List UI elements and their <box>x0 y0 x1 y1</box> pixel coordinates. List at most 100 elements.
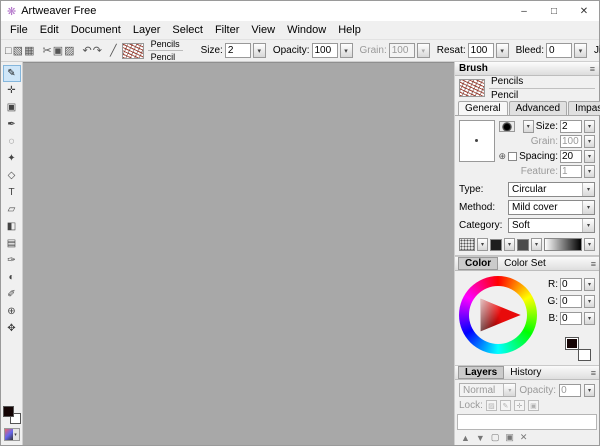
paper-texture-swatch[interactable] <box>459 238 475 251</box>
foreground-color-swatch[interactable] <box>565 337 579 350</box>
brush-size-input[interactable] <box>560 120 582 133</box>
menu-document[interactable]: Document <box>65 22 127 38</box>
red-channel-dropdown-button[interactable]: ▾ <box>584 278 595 291</box>
panel-menu-icon[interactable]: ≡ <box>591 259 596 269</box>
tab-general[interactable]: General <box>458 101 508 115</box>
brush-tip-dropdown-button[interactable]: ▾ <box>523 120 534 133</box>
menu-window[interactable]: Window <box>281 22 332 38</box>
canvas-workspace[interactable] <box>23 62 454 445</box>
menu-file[interactable]: File <box>4 22 34 38</box>
hand-tool[interactable]: ✥ <box>3 320 21 337</box>
maximize-button[interactable]: □ <box>539 1 569 21</box>
bleed-input[interactable] <box>546 43 572 58</box>
background-color-swatch[interactable] <box>578 349 591 361</box>
new-document-button[interactable]: □ <box>5 42 12 60</box>
brush-preset-selector[interactable]: Pencils Pencil <box>122 39 183 63</box>
panel-menu-icon[interactable]: ≡ <box>590 64 595 74</box>
dodge-tool[interactable]: ◐ <box>3 269 21 286</box>
menu-filter[interactable]: Filter <box>209 22 245 38</box>
gradient-swatch[interactable] <box>544 238 582 251</box>
cut-button[interactable]: ✂ <box>42 42 51 60</box>
brush-spacing-input[interactable] <box>560 150 582 163</box>
minimize-button[interactable]: – <box>509 1 539 21</box>
brush-spacing-dropdown-button[interactable]: ▾ <box>584 150 595 163</box>
pen-tool[interactable]: ✒ <box>3 116 21 133</box>
move-tool[interactable]: ✛ <box>3 82 21 99</box>
foreground-color-swatch[interactable] <box>3 406 14 417</box>
blue-channel-dropdown-button[interactable]: ▾ <box>584 312 595 325</box>
magic-wand-tool[interactable]: ✦ <box>3 150 21 167</box>
brush-category-select[interactable]: Soft ▾ <box>508 218 595 233</box>
open-button[interactable]: ▧ <box>13 42 23 60</box>
gradient-dropdown-button[interactable]: ▾ <box>584 238 595 251</box>
paint-brush-tool[interactable]: ✎ <box>3 65 21 82</box>
panel-menu-icon[interactable]: ≡ <box>591 368 596 378</box>
brush-type-select[interactable]: Circular ▾ <box>508 182 595 197</box>
panel-color-swatches[interactable] <box>565 337 591 361</box>
secondary-pattern-swatch[interactable] <box>517 239 529 251</box>
blue-channel-input[interactable] <box>560 312 582 325</box>
menu-layer[interactable]: Layer <box>127 22 167 38</box>
eraser-tool[interactable]: ▱ <box>3 201 21 218</box>
undo-button[interactable]: ↶ <box>83 42 92 60</box>
tab-color[interactable]: Color <box>458 257 498 270</box>
close-button[interactable]: ✕ <box>569 1 599 21</box>
layers-list[interactable] <box>457 414 597 430</box>
pattern-swatch[interactable] <box>490 239 502 251</box>
tab-color-set[interactable]: Color Set <box>498 257 552 270</box>
green-channel-input[interactable] <box>560 295 582 308</box>
smudge-tool[interactable]: ✑ <box>3 252 21 269</box>
move-layer-up-button[interactable]: ▲ <box>461 433 470 443</box>
gradient-tool[interactable]: ▤ <box>3 235 21 252</box>
color-mode-selector[interactable]: ▾ <box>4 428 20 441</box>
size-input[interactable] <box>225 43 251 58</box>
add-layer-button[interactable]: ▢ <box>491 432 500 443</box>
menu-edit[interactable]: Edit <box>34 22 65 38</box>
eyedropper-tool[interactable]: ✐ <box>3 286 21 303</box>
paper-texture-dropdown-button[interactable]: ▾ <box>477 238 488 251</box>
opacity-input[interactable] <box>312 43 338 58</box>
red-channel-input[interactable] <box>560 278 582 291</box>
menubar: File Edit Document Layer Select Filter V… <box>1 21 599 39</box>
brush-tip-swatch[interactable] <box>499 121 515 132</box>
bleed-label: Bleed: <box>516 45 544 56</box>
resat-dropdown-button[interactable]: ▾ <box>496 43 509 58</box>
menu-select[interactable]: Select <box>166 22 209 38</box>
menu-view[interactable]: View <box>245 22 281 38</box>
shape-tool[interactable]: ◇ <box>3 167 21 184</box>
pattern-dropdown-button[interactable]: ▾ <box>504 238 515 251</box>
opacity-field: Opacity: ▾ <box>273 43 353 58</box>
crop-tool[interactable]: ▣ <box>3 99 21 116</box>
brush-size-dropdown-button[interactable]: ▾ <box>584 120 595 133</box>
zoom-tool[interactable]: ⊕ <box>3 303 21 320</box>
tab-impasto[interactable]: Impasto <box>568 101 600 115</box>
current-tool-button[interactable]: ╱ <box>110 42 117 60</box>
spacing-checkbox[interactable] <box>508 152 517 161</box>
paste-button[interactable]: ▨ <box>64 42 74 60</box>
brush-method-select[interactable]: Mild cover ▾ <box>508 200 595 215</box>
redo-button[interactable]: ↷ <box>93 42 102 60</box>
secondary-pattern-dropdown-button[interactable]: ▾ <box>531 238 542 251</box>
bleed-dropdown-button[interactable]: ▾ <box>574 43 587 58</box>
resat-input[interactable] <box>468 43 494 58</box>
text-tool[interactable]: T <box>3 184 21 201</box>
fill-tool[interactable]: ◧ <box>3 218 21 235</box>
tab-layers[interactable]: Layers <box>458 366 504 379</box>
tab-history[interactable]: History <box>504 366 547 379</box>
chevron-down-icon: ▾ <box>588 387 591 394</box>
opacity-dropdown-button[interactable]: ▾ <box>340 43 353 58</box>
menu-help[interactable]: Help <box>332 22 367 38</box>
size-dropdown-button[interactable]: ▾ <box>253 43 266 58</box>
foreground-background-swatches[interactable] <box>3 406 21 424</box>
duplicate-layer-button[interactable]: ▣ <box>505 432 514 443</box>
color-wheel[interactable] <box>459 276 537 354</box>
move-layer-down-button[interactable]: ▼ <box>476 433 485 443</box>
delete-layer-button[interactable]: ✕ <box>520 432 528 443</box>
copy-button[interactable]: ▣ <box>53 42 63 60</box>
lasso-tool[interactable]: ◌ <box>3 133 21 150</box>
green-channel-dropdown-button[interactable]: ▾ <box>584 295 595 308</box>
save-button[interactable]: ▦ <box>24 42 34 60</box>
brush-preset-row[interactable]: Pencils Pencil <box>455 76 599 100</box>
tab-advanced[interactable]: Advanced <box>509 101 567 115</box>
chevron-down-icon: ▾ <box>588 315 591 322</box>
